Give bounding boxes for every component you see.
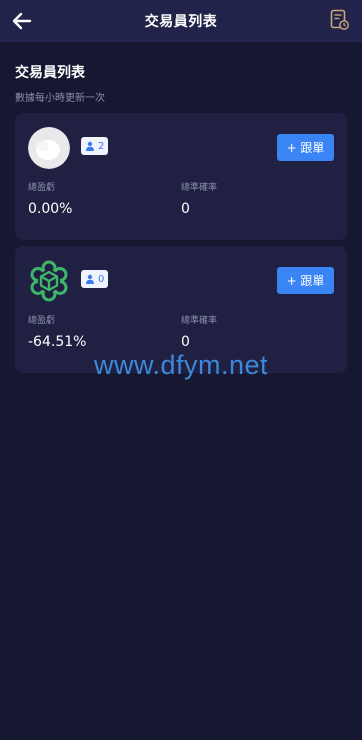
total-pnl-value: -64.51% <box>28 334 87 350</box>
trader-card[interactable]: 2 + 跟單 總盈虧 總準確率 0.00% 0 <box>15 113 347 240</box>
page-heading: 交易員列表 <box>15 65 85 81</box>
cube-logo-icon <box>30 260 68 302</box>
user-icon <box>86 274 94 284</box>
document-clock-icon <box>330 9 349 30</box>
avatar <box>28 127 70 169</box>
follow-button[interactable]: + 跟單 <box>277 267 334 294</box>
follower-count-badge: 2 <box>81 137 109 155</box>
default-avatar-icon <box>28 127 70 169</box>
total-accuracy-value: 0 <box>181 201 190 217</box>
follower-count-badge: 0 <box>81 270 109 288</box>
top-bar: 交易員列表 <box>0 0 362 42</box>
arrow-left-icon <box>12 12 32 30</box>
header-title: 交易員列表 <box>144 14 218 30</box>
watermark-text: www.dfym.net <box>93 350 269 380</box>
total-pnl-value: 0.00% <box>28 201 73 217</box>
user-icon <box>86 141 94 151</box>
total-pnl-label: 總盈虧 <box>28 316 56 326</box>
back-button[interactable] <box>10 9 34 33</box>
total-pnl-label: 總盈虧 <box>28 183 56 193</box>
avatar <box>28 260 70 302</box>
total-accuracy-label: 總準確率 <box>181 316 218 326</box>
total-accuracy-label: 總準確率 <box>181 183 218 193</box>
follower-count: 0 <box>98 273 105 285</box>
follower-count: 2 <box>98 140 105 152</box>
page-subtitle: 數據每小時更新一次 <box>15 93 105 104</box>
total-accuracy-value: 0 <box>181 334 190 350</box>
history-button[interactable] <box>330 9 350 31</box>
follow-button[interactable]: + 跟單 <box>277 134 334 161</box>
